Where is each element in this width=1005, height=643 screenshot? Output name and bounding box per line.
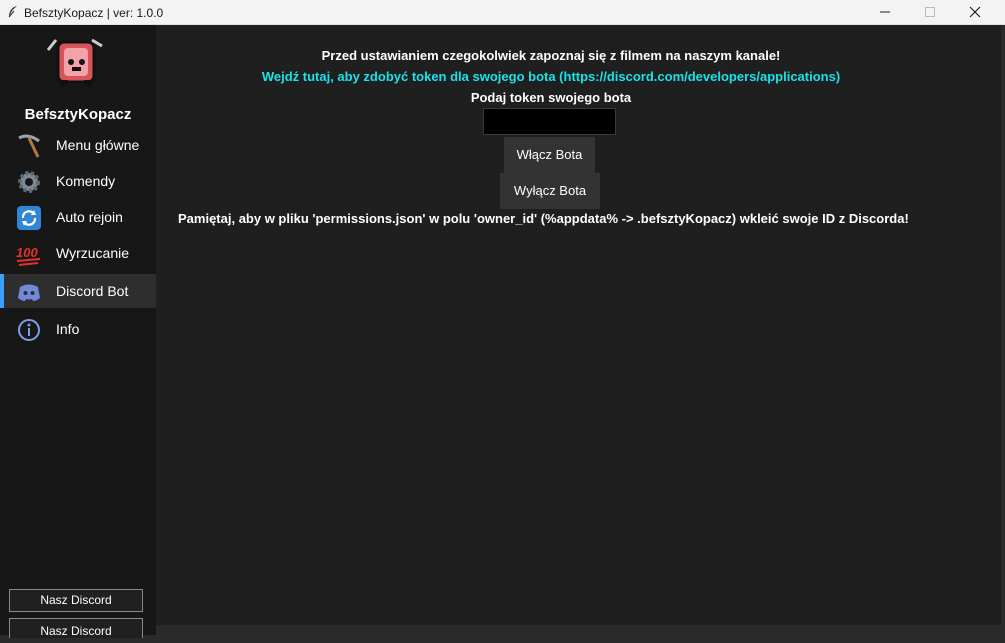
our-discord-button[interactable]: Nasz Discord [9,589,143,612]
sidebar-item-label: Discord Bot [56,283,129,299]
start-bot-button[interactable]: Włącz Bota [504,137,595,173]
sidebar-item-komendy[interactable]: Komendy [0,164,156,198]
svg-text:100: 100 [16,245,38,260]
info-icon [18,319,40,341]
sidebar: BefsztyKopacz Menu główne Komendy Auto r… [0,25,156,638]
refresh-icon [17,206,41,230]
sidebar-item-menu-glowne[interactable]: Menu główne [0,128,156,162]
sidebar-item-label: Menu główne [56,137,140,153]
token-input[interactable] [483,108,616,135]
hundred-points-icon: 100 [16,245,41,266]
pickaxe-icon [18,134,40,158]
app-name: BefsztyKopacz [24,106,132,123]
sidebar-item-label: Info [56,321,80,337]
window-edge-bottom [156,625,1005,635]
app-logo [46,38,103,86]
sidebar-item-label: Wyrzucanie [56,245,130,261]
sidebar-item-label: Komendy [56,173,116,189]
title-bar: BefsztyKopacz | ver: 1.0.0 [0,0,1005,25]
our-discord-button-duplicate[interactable]: Nasz Discord [9,618,143,638]
maximize-button[interactable] [907,0,953,25]
sidebar-item-label: Auto rejoin [56,209,123,225]
developer-portal-link[interactable]: Wejdź tutaj, aby zdobyć token dla swojeg… [156,69,946,84]
sidebar-item-auto-rejoin[interactable]: Auto rejoin [0,200,156,234]
intro-text: Przed ustawianiem czegokolwiek zapoznaj … [321,48,781,63]
minimize-button[interactable] [862,0,908,25]
main-panel: Przed ustawianiem czegokolwiek zapoznaj … [156,25,1001,625]
window-title: BefsztyKopacz | ver: 1.0.0 [24,6,164,20]
sidebar-item-discord-bot[interactable]: Discord Bot [0,274,156,308]
close-button[interactable] [952,0,998,25]
feather-icon [8,6,17,18]
token-label: Podaj token swojego bota [470,90,632,105]
sidebar-item-wyrzucanie[interactable]: 100 Wyrzucanie [0,236,156,270]
maximize-icon [925,7,935,17]
owner-id-note: Pamiętaj, aby w pliku 'permissions.json'… [178,211,909,226]
sidebar-item-info[interactable]: Info [0,312,156,346]
minimize-icon [880,11,890,13]
stop-bot-button[interactable]: Wyłącz Bota [500,173,600,209]
gear-icon [18,171,40,193]
window-edge-right [1001,25,1005,635]
discord-icon [18,284,40,301]
close-icon [969,6,981,18]
